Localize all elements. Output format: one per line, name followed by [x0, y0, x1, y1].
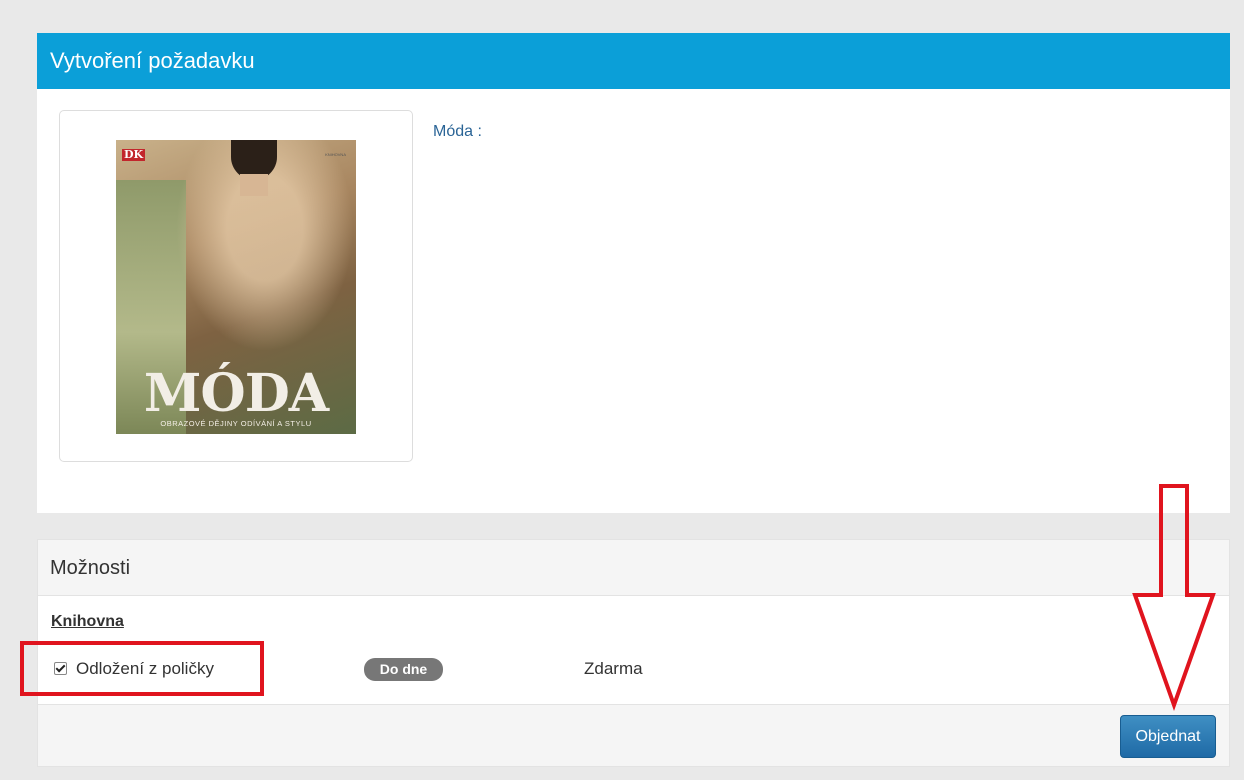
- request-panel-title: Vytvoření požadavku: [37, 33, 1230, 89]
- request-panel: Vytvoření požadavku DK KNIHOVNA MÓDA OBR…: [37, 33, 1230, 513]
- cover-publisher-logo: DK: [122, 148, 146, 161]
- price-label: Zdarma: [584, 659, 643, 678]
- library-heading: Knihovna: [51, 613, 124, 630]
- cover-figure-neck: [240, 174, 268, 196]
- book-cover-image[interactable]: DK KNIHOVNA MÓDA OBRAZOVÉ DĚJINY ODÍVÁNÍ…: [116, 140, 356, 434]
- due-date-badge: Do dne: [364, 658, 443, 681]
- item-title-label: Móda :: [433, 123, 482, 140]
- annotation-down-arrow-icon: [1132, 484, 1216, 711]
- book-cover-frame[interactable]: DK KNIHOVNA MÓDA OBRAZOVÉ DĚJINY ODÍVÁNÍ…: [59, 110, 413, 462]
- order-button[interactable]: Objednat: [1120, 715, 1216, 758]
- cover-publisher-text: KNIHOVNA: [325, 152, 346, 157]
- options-panel-footer: Objednat: [38, 704, 1229, 766]
- cover-title: MÓDA: [143, 363, 329, 424]
- annotation-highlight-box: [20, 641, 264, 696]
- options-panel-title: Možnosti: [38, 540, 1229, 596]
- cover-subtitle: OBRAZOVÉ DĚJINY ODÍVÁNÍ A STYLU: [160, 419, 312, 428]
